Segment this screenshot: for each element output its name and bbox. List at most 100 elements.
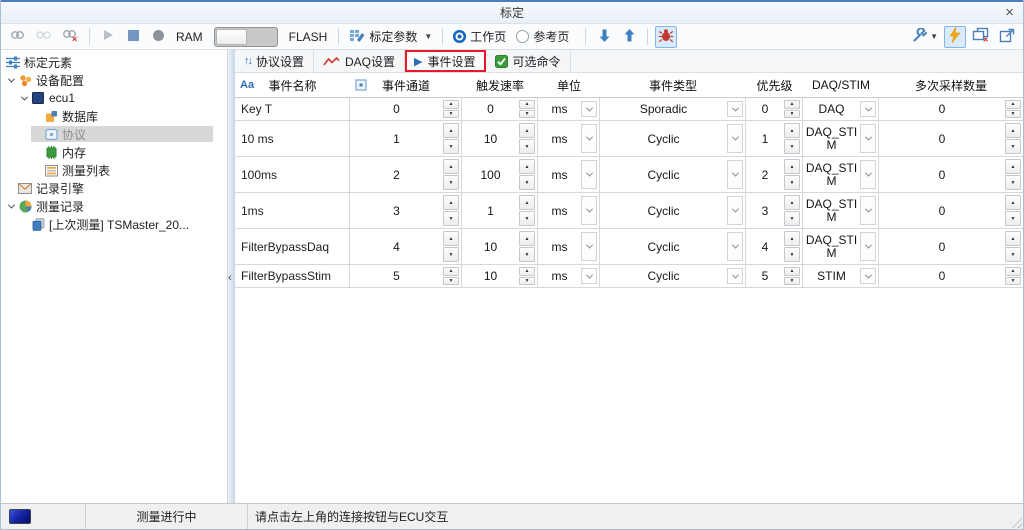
cell-priority[interactable]: 3 ▲ ▼ xyxy=(746,193,803,228)
cell-unit[interactable]: ms xyxy=(538,193,600,228)
dropdown-button[interactable] xyxy=(581,101,597,117)
dropdown-button[interactable] xyxy=(860,124,876,153)
spin-down-button[interactable]: ▼ xyxy=(1005,139,1021,154)
spin-up-button[interactable]: ▲ xyxy=(784,159,800,174)
dropdown-button[interactable] xyxy=(727,101,743,117)
cell-type[interactable]: Cyclic xyxy=(600,157,746,192)
spin-down-button[interactable]: ▼ xyxy=(1005,211,1021,226)
cell-daq_stim[interactable]: DAQ_STIM xyxy=(803,229,879,264)
reference-page-radio[interactable] xyxy=(516,30,530,43)
sidebar-item-database[interactable]: 数据库 xyxy=(1,107,227,125)
tab-protocol-settings[interactable]: ↑↓ 协议设置 xyxy=(235,50,315,72)
spin-up-button[interactable]: ▲ xyxy=(1005,123,1021,138)
cell-channel[interactable]: 4 ▲ ▼ xyxy=(350,229,462,264)
dropdown-button[interactable] xyxy=(581,268,597,284)
dropdown-button[interactable] xyxy=(727,232,743,261)
download-button[interactable] xyxy=(593,26,615,48)
cell-type[interactable]: Cyclic xyxy=(600,121,746,156)
spin-down-button[interactable]: ▼ xyxy=(1005,109,1021,118)
cell-name[interactable]: 100ms xyxy=(235,157,350,192)
cell-samples[interactable]: 0 ▲ ▼ xyxy=(879,265,1023,287)
stop-button[interactable] xyxy=(122,26,144,48)
cell-name[interactable]: 10 ms xyxy=(235,121,350,156)
cell-channel[interactable]: 1 ▲ ▼ xyxy=(350,121,462,156)
spin-down-button[interactable]: ▼ xyxy=(519,211,535,226)
spin-down-button[interactable]: ▼ xyxy=(1005,276,1021,285)
expand-arrow-icon[interactable] xyxy=(5,75,17,83)
flash-action-button[interactable] xyxy=(944,25,966,48)
record-button[interactable] xyxy=(147,26,169,48)
expand-arrow-icon[interactable] xyxy=(18,93,30,101)
spin-down-button[interactable]: ▼ xyxy=(519,139,535,154)
ram-flash-toggle[interactable] xyxy=(213,26,278,47)
spin-down-button[interactable]: ▼ xyxy=(784,276,800,285)
cell-samples[interactable]: 0 ▲ ▼ xyxy=(879,98,1023,120)
cell-channel[interactable]: 0 ▲ ▼ xyxy=(350,98,462,120)
cell-priority[interactable]: 1 ▲ ▼ xyxy=(746,121,803,156)
spin-down-button[interactable]: ▼ xyxy=(519,247,535,262)
cell-unit[interactable]: ms xyxy=(538,121,600,156)
spin-down-button[interactable]: ▼ xyxy=(443,175,459,190)
dropdown-button[interactable] xyxy=(727,196,743,225)
column-header-channel[interactable]: 事件通道 xyxy=(350,73,462,97)
cell-unit[interactable]: ms xyxy=(538,229,600,264)
sidebar-item-measure-record[interactable]: 测量记录 xyxy=(1,197,227,215)
sidebar-item-ecu1[interactable]: ecu1 xyxy=(1,89,227,107)
spin-up-button[interactable]: ▲ xyxy=(519,195,535,210)
spin-up-button[interactable]: ▲ xyxy=(519,123,535,138)
spin-up-button[interactable]: ▲ xyxy=(519,159,535,174)
dropdown-button[interactable] xyxy=(581,160,597,189)
spin-up-button[interactable]: ▲ xyxy=(519,231,535,246)
dropdown-button[interactable] xyxy=(727,124,743,153)
dropdown-button[interactable] xyxy=(581,232,597,261)
calibration-params-button[interactable]: 标定参数 ▼ xyxy=(346,26,435,48)
spin-up-button[interactable]: ▲ xyxy=(519,267,535,276)
settings-button[interactable]: ▼ xyxy=(909,26,941,48)
cell-priority[interactable]: 4 ▲ ▼ xyxy=(746,229,803,264)
dropdown-button[interactable] xyxy=(860,101,876,117)
spin-up-button[interactable]: ▲ xyxy=(1005,195,1021,210)
sidebar-item-device-config[interactable]: 设备配置 xyxy=(1,71,227,89)
spin-up-button[interactable]: ▲ xyxy=(784,100,800,109)
cell-channel[interactable]: 3 ▲ ▼ xyxy=(350,193,462,228)
cell-daq_stim[interactable]: STIM xyxy=(803,265,879,287)
expand-arrow-icon[interactable] xyxy=(5,201,17,209)
cell-unit[interactable]: ms xyxy=(538,265,600,287)
spin-down-button[interactable]: ▼ xyxy=(784,247,800,262)
splitter[interactable]: ‹ xyxy=(228,50,235,503)
start-button[interactable] xyxy=(97,26,119,48)
sidebar-item-memory[interactable]: 内存 xyxy=(1,143,227,161)
work-page-radio[interactable] xyxy=(453,30,467,43)
spin-up-button[interactable]: ▲ xyxy=(784,267,800,276)
spin-up-button[interactable]: ▲ xyxy=(443,231,459,246)
spin-up-button[interactable]: ▲ xyxy=(443,159,459,174)
column-header-name[interactable]: Aa 事件名称 xyxy=(235,73,350,97)
spin-up-button[interactable]: ▲ xyxy=(784,195,800,210)
cell-rate[interactable]: 100 ▲ ▼ xyxy=(462,157,538,192)
toggle-knob[interactable] xyxy=(215,28,247,45)
spin-down-button[interactable]: ▼ xyxy=(1005,247,1021,262)
spin-up-button[interactable]: ▲ xyxy=(443,123,459,138)
spin-up-button[interactable]: ▲ xyxy=(1005,231,1021,246)
spin-up-button[interactable]: ▲ xyxy=(784,231,800,246)
spin-down-button[interactable]: ▼ xyxy=(784,211,800,226)
tab-optional-commands[interactable]: 可选命令 xyxy=(486,50,571,72)
cell-rate[interactable]: 0 ▲ ▼ xyxy=(462,98,538,120)
spin-down-button[interactable]: ▼ xyxy=(784,109,800,118)
splitter-collapse-arrow[interactable]: ‹ xyxy=(228,272,232,284)
dropdown-button[interactable] xyxy=(727,268,743,284)
spin-up-button[interactable]: ▲ xyxy=(1005,100,1021,109)
cell-daq_stim[interactable]: DAQ xyxy=(803,98,879,120)
spin-down-button[interactable]: ▼ xyxy=(443,276,459,285)
spin-up-button[interactable]: ▲ xyxy=(519,100,535,109)
cell-name[interactable]: FilterBypassDaq xyxy=(235,229,350,264)
cell-daq_stim[interactable]: DAQ_STIM xyxy=(803,193,879,228)
cell-daq_stim[interactable]: DAQ_STIM xyxy=(803,121,879,156)
sidebar-item-last-measurement[interactable]: [上次测量] TSMaster_20... xyxy=(1,215,227,233)
upload-button[interactable] xyxy=(618,26,640,48)
sidebar-item-record-engine[interactable]: 记录引擎 xyxy=(1,179,227,197)
remove-connection-button[interactable]: × xyxy=(58,26,82,48)
cell-type[interactable]: Cyclic xyxy=(600,265,746,287)
cell-name[interactable]: Key T xyxy=(235,98,350,120)
dropdown-button[interactable] xyxy=(860,160,876,189)
